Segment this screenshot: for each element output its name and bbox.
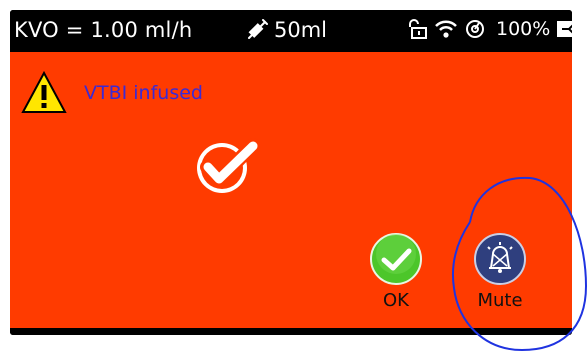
battery-charging-icon bbox=[557, 21, 572, 37]
status-icons: 100% bbox=[406, 18, 572, 40]
volume-indicator: 50ml bbox=[246, 18, 327, 42]
alarm-message: VTBI infused bbox=[84, 82, 203, 104]
unlock-icon bbox=[409, 19, 427, 39]
pump-screen: KVO = 1.00 ml/h 50ml 100% VTBI infused O… bbox=[10, 10, 572, 335]
warning-triangle-icon bbox=[21, 70, 67, 113]
battery-percent: 100% bbox=[496, 18, 551, 40]
status-bar: KVO = 1.00 ml/h 50ml 100% bbox=[10, 10, 572, 52]
mute-button[interactable]: Mute bbox=[465, 232, 535, 311]
ok-label: OK bbox=[383, 290, 409, 311]
wifi-icon bbox=[435, 20, 457, 38]
kvo-rate: KVO = 1.00 ml/h bbox=[14, 18, 193, 42]
ok-check-icon bbox=[370, 233, 422, 285]
screen-bezel-bottom bbox=[10, 328, 572, 335]
volume-value: 50ml bbox=[274, 18, 328, 42]
pressure-gauge-icon bbox=[466, 20, 484, 38]
alarm-panel: VTBI infused OK Mute bbox=[10, 52, 572, 328]
syringe-icon bbox=[248, 19, 268, 39]
ok-button[interactable]: OK bbox=[361, 232, 431, 311]
checkmark-icon bbox=[197, 138, 260, 193]
alarm-bell-mute-icon bbox=[474, 233, 526, 285]
mute-label: Mute bbox=[477, 290, 523, 311]
